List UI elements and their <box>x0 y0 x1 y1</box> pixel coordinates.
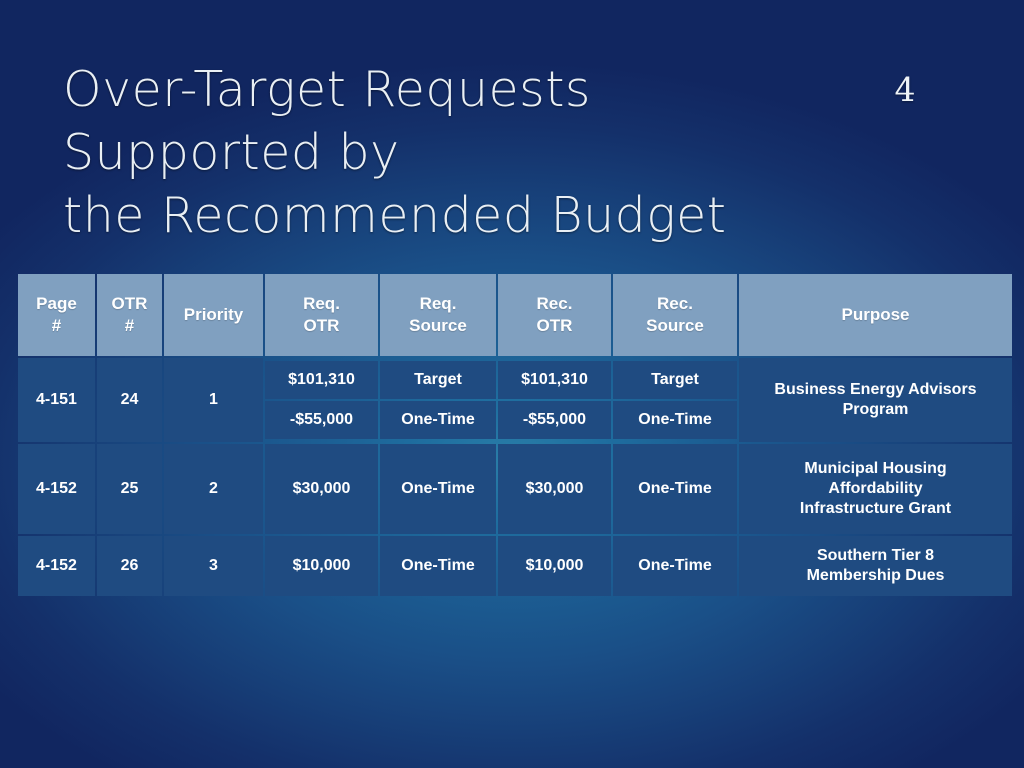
column-header-priority: Priority <box>164 274 263 356</box>
cell-req-source: One-Time <box>380 444 496 534</box>
cell-purpose-line-1: Business Energy Advisors <box>774 381 977 398</box>
column-header-rec-otr-line2: OTR <box>536 316 573 335</box>
cell-page-number: 4-151 <box>18 358 95 442</box>
cell-req-otr-part-2: -$55,000 <box>265 401 378 439</box>
column-header-req-otr-line1: Req. <box>303 294 340 313</box>
column-header-page-number-line1: Page <box>36 294 77 313</box>
page-title-line-2: Supported by <box>63 124 400 181</box>
column-header-rec-otr-line1: Rec. <box>536 294 573 313</box>
cell-page-number: 4-152 <box>18 444 95 534</box>
cell-page-number: 4-152 <box>18 536 95 596</box>
column-header-rec-otr: Rec. OTR <box>498 274 611 356</box>
cell-req-source-part-2: One-Time <box>380 401 496 439</box>
cell-purpose: Southern Tier 8 Membership Dues <box>739 536 1012 596</box>
table-row: 4-151 24 1 $101,310 -$55,000 Target One-… <box>18 358 1012 442</box>
column-header-page-number: Page # <box>18 274 95 356</box>
cell-rec-otr: $10,000 <box>498 536 611 596</box>
cell-req-source: One-Time <box>380 536 496 596</box>
column-header-page-number-line2: # <box>51 316 62 335</box>
page-title: Over-Target Requests Supported by the Re… <box>63 58 853 247</box>
table-row: 4-152 25 2 $30,000 One-Time $30,000 One-… <box>18 444 1012 534</box>
split-req-otr: $101,310 -$55,000 <box>265 359 378 441</box>
column-header-rec-source-line1: Rec. <box>657 294 693 313</box>
over-target-requests-table: Page # OTR # Priority Req. OTR Req. Sour… <box>16 272 1014 598</box>
cell-rec-source: Target One-Time <box>613 358 737 442</box>
table-header-row: Page # OTR # Priority Req. OTR Req. Sour… <box>18 274 1012 356</box>
page-title-line-1: Over-Target Requests <box>63 61 591 118</box>
cell-otr-number: 25 <box>97 444 162 534</box>
cell-purpose-line-2: Membership Dues <box>806 567 945 584</box>
cell-priority: 2 <box>164 444 263 534</box>
split-req-source: Target One-Time <box>380 359 496 441</box>
column-header-req-otr: Req. OTR <box>265 274 378 356</box>
cell-rec-source: One-Time <box>613 444 737 534</box>
column-header-req-source-line2: Source <box>409 316 467 335</box>
cell-rec-otr-part-2: -$55,000 <box>498 401 611 439</box>
cell-rec-otr: $30,000 <box>498 444 611 534</box>
cell-purpose-line-1: Municipal Housing <box>804 460 947 477</box>
cell-priority: 3 <box>164 536 263 596</box>
column-header-purpose: Purpose <box>739 274 1012 356</box>
cell-req-otr: $101,310 -$55,000 <box>265 358 378 442</box>
cell-purpose: Business Energy Advisors Program <box>739 358 1012 442</box>
budget-table-container: Page # OTR # Priority Req. OTR Req. Sour… <box>16 272 1012 598</box>
cell-req-otr-part-1: $101,310 <box>265 361 378 399</box>
table-row: 4-152 26 3 $10,000 One-Time $10,000 One-… <box>18 536 1012 596</box>
cell-purpose-line-2: Affordability <box>828 480 923 497</box>
cell-purpose-line-2: Program <box>842 401 909 418</box>
cell-purpose: Municipal Housing Affordability Infrastr… <box>739 444 1012 534</box>
cell-purpose-line-1: Southern Tier 8 <box>816 547 935 564</box>
column-header-req-otr-line2: OTR <box>303 316 340 335</box>
cell-req-otr: $30,000 <box>265 444 378 534</box>
cell-otr-number: 26 <box>97 536 162 596</box>
cell-req-source-part-1: Target <box>380 361 496 399</box>
column-header-otr-number-line2: # <box>124 316 135 335</box>
split-rec-source: Target One-Time <box>613 359 737 441</box>
cell-otr-number: 24 <box>97 358 162 442</box>
column-header-req-source: Req. Source <box>380 274 496 356</box>
cell-rec-source-part-2: One-Time <box>613 401 737 439</box>
cell-req-otr: $10,000 <box>265 536 378 596</box>
cell-rec-otr: $101,310 -$55,000 <box>498 358 611 442</box>
column-header-otr-number-line1: OTR <box>111 294 148 313</box>
page-title-line-3: the Recommended Budget <box>63 187 727 244</box>
cell-purpose-line-3: Infrastructure Grant <box>799 500 952 517</box>
cell-rec-source-part-1: Target <box>613 361 737 399</box>
column-header-req-source-line1: Req. <box>419 294 457 313</box>
cell-rec-otr-part-1: $101,310 <box>498 361 611 399</box>
cell-rec-source: One-Time <box>613 536 737 596</box>
cell-priority: 1 <box>164 358 263 442</box>
column-header-otr-number: OTR # <box>97 274 162 356</box>
slide-number: 4 <box>894 70 916 109</box>
split-rec-otr: $101,310 -$55,000 <box>498 359 611 441</box>
cell-req-source: Target One-Time <box>380 358 496 442</box>
column-header-rec-source-line2: Source <box>646 316 704 335</box>
column-header-rec-source: Rec. Source <box>613 274 737 356</box>
